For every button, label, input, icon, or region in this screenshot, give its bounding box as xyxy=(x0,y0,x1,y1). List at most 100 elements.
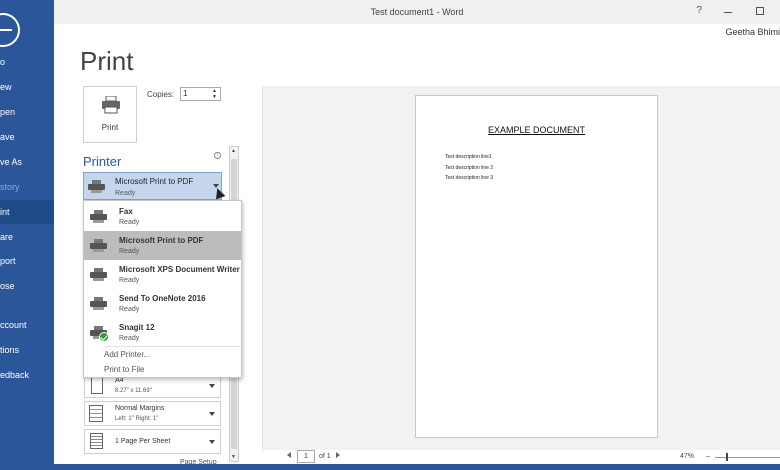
next-page-icon[interactable] xyxy=(336,452,340,458)
zoom-slider-thumb[interactable] xyxy=(726,453,728,461)
pages-per-sheet-select[interactable]: 1 Page Per Sheet xyxy=(84,429,221,454)
printer-option-name: Send To OneNote 2016 xyxy=(119,294,206,303)
nav-item-label: ccount xyxy=(0,320,27,330)
nav-item-label: int xyxy=(0,207,10,217)
printer-option-microsoft-print-to-pdf[interactable]: Microsoft Print to PDF Ready xyxy=(84,231,241,260)
printer-select[interactable]: Microsoft Print to PDF Ready xyxy=(83,172,222,200)
zoom-slider[interactable] xyxy=(715,457,780,458)
user-name[interactable]: Geetha Bhimi xyxy=(725,27,780,37)
printer-option-status: Ready xyxy=(119,219,140,226)
printer-icon xyxy=(90,268,107,281)
document-line: Test description line1 xyxy=(445,154,492,160)
printer-option-fax[interactable]: Fax Ready xyxy=(84,202,241,231)
copies-label: Copies: xyxy=(147,90,175,99)
nav-item-close[interactable]: ose xyxy=(0,275,54,297)
chevron-down-icon xyxy=(209,440,215,444)
nav-item-label: story xyxy=(0,182,20,192)
nav-item-export[interactable]: port xyxy=(0,250,54,272)
printer-option-name: Microsoft XPS Document Writer xyxy=(119,265,240,274)
scroll-up-icon[interactable]: ▲ xyxy=(231,148,236,154)
page-icon xyxy=(91,377,103,394)
info-icon[interactable]: i xyxy=(214,152,221,159)
printer-icon xyxy=(88,180,105,193)
printer-option-name: Snagit 12 xyxy=(119,323,155,332)
pages-per-sheet-icon xyxy=(90,433,103,449)
add-printer-link[interactable]: Add Printer... xyxy=(104,350,150,359)
previous-page-icon[interactable] xyxy=(287,452,291,458)
preview-status-bar: 1 of 1 47% – xyxy=(263,450,780,464)
printer-icon xyxy=(102,96,120,114)
document-line: Test description line 2 xyxy=(445,165,494,171)
nav-item-label: ve As xyxy=(0,157,23,167)
paper-size-name: A4 xyxy=(115,377,124,384)
taskbar-strip xyxy=(0,464,780,470)
nav-item-account[interactable]: ccount xyxy=(0,314,54,336)
printer-option-status: Ready xyxy=(119,335,140,342)
print-to-file-option[interactable]: Print to File xyxy=(104,365,144,374)
printer-option-name: Microsoft Print to PDF xyxy=(119,236,204,245)
nav-item-label: edback xyxy=(0,370,30,380)
default-check-icon xyxy=(99,332,109,342)
help-button[interactable]: ? xyxy=(696,5,702,16)
window-title: Test document1 - Word xyxy=(370,7,464,17)
nav-item-label: ew xyxy=(0,82,12,92)
nav-item-label: o xyxy=(0,57,6,67)
maximize-icon[interactable] xyxy=(756,7,764,15)
print-button[interactable]: Print xyxy=(83,86,137,143)
printer-option-onenote[interactable]: Send To OneNote 2016 Ready xyxy=(84,289,241,318)
nav-item-open[interactable]: pen xyxy=(0,101,54,123)
title-bar: Test document1 - Word ? xyxy=(54,0,780,24)
back-arrow-icon[interactable] xyxy=(0,13,20,47)
chevron-down-icon xyxy=(209,412,215,416)
printer-option-snagit[interactable]: Snagit 12 Ready xyxy=(84,318,241,347)
margins-values: Left: 1" Right: 1" xyxy=(115,416,159,422)
printer-icon xyxy=(90,239,107,252)
printer-dropdown: Fax Ready Microsoft Print to PDF Ready M… xyxy=(83,200,242,378)
printer-heading: Printer xyxy=(83,154,122,169)
nav-item-feedback[interactable]: edback xyxy=(0,364,54,386)
document-line: Test description line 3 xyxy=(445,175,494,181)
printer-option-name: Fax xyxy=(119,207,133,216)
nav-item-options[interactable]: tions xyxy=(0,339,54,361)
print-button-label: Print xyxy=(101,123,119,132)
nav-item-label: ave xyxy=(0,132,15,142)
margins-icon xyxy=(89,405,103,422)
chevron-down-icon xyxy=(209,384,215,388)
nav-item-label: are xyxy=(0,232,14,242)
nav-item-info[interactable]: o xyxy=(0,51,54,73)
backstage-nav: o ew pen ave ve As story int are port os… xyxy=(0,0,54,470)
paper-size-dimensions: 8.27" x 11.69" xyxy=(115,388,152,394)
page-number-input[interactable]: 1 xyxy=(297,450,315,463)
minimize-icon[interactable] xyxy=(724,12,732,13)
mouse-cursor-icon xyxy=(212,186,226,200)
margins-select[interactable]: Normal Margins Left: 1" Right: 1" xyxy=(84,401,221,426)
page-title: Print xyxy=(80,46,134,76)
copies-down-icon[interactable]: ▼ xyxy=(212,94,217,100)
nav-item-label: tions xyxy=(0,345,20,355)
printer-option-status: Ready xyxy=(119,277,140,284)
zoom-level[interactable]: 47% xyxy=(680,453,694,460)
document-heading: EXAMPLE DOCUMENT xyxy=(487,125,585,135)
nav-item-history: story xyxy=(0,176,54,198)
nav-item-label: pen xyxy=(0,107,16,117)
selected-printer-status: Ready xyxy=(115,190,136,197)
nav-item-save-as[interactable]: ve As xyxy=(0,151,54,173)
nav-item-print[interactable]: int xyxy=(0,200,54,224)
zoom-out-button[interactable]: – xyxy=(706,453,710,460)
nav-item-label: ose xyxy=(0,281,15,291)
nav-item-label: port xyxy=(0,256,16,266)
page-count: of 1 xyxy=(319,453,331,460)
printer-option-status: Ready xyxy=(119,248,140,255)
nav-item-share[interactable]: are xyxy=(0,226,54,248)
printer-icon xyxy=(90,210,107,223)
margins-name: Normal Margins xyxy=(115,405,165,412)
preview-page: EXAMPLE DOCUMENT Test description line1 … xyxy=(415,95,658,438)
selected-printer-name: Microsoft Print to PDF xyxy=(115,177,194,186)
nav-item-new[interactable]: ew xyxy=(0,76,54,98)
printer-option-xps-writer[interactable]: Microsoft XPS Document Writer Ready xyxy=(84,260,241,289)
printer-icon xyxy=(90,297,107,310)
scroll-down-icon[interactable]: ▼ xyxy=(231,454,236,460)
divider xyxy=(104,346,240,347)
pages-per-sheet-name: 1 Page Per Sheet xyxy=(115,438,171,445)
nav-item-save[interactable]: ave xyxy=(0,126,54,148)
